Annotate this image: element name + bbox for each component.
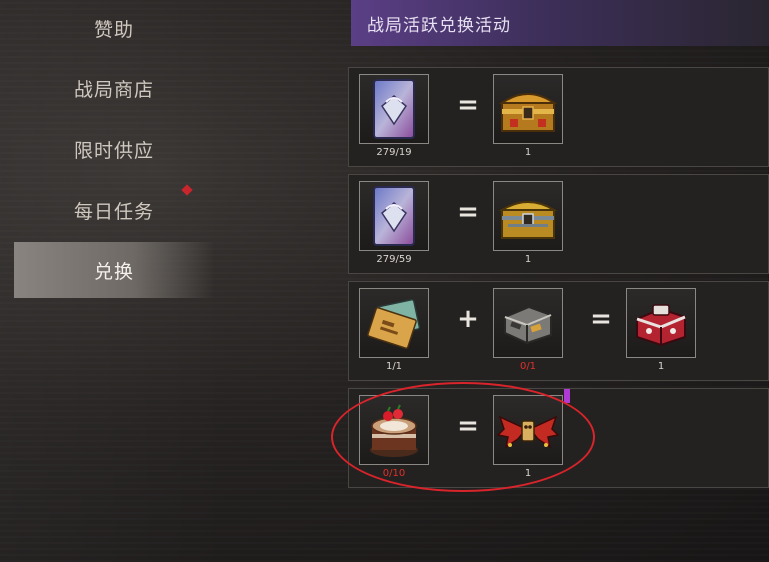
equals-sign: =: [457, 90, 479, 120]
equals-sign: =: [457, 197, 479, 227]
item-count: 1: [524, 254, 532, 265]
sidebar-item-match-shop[interactable]: 战局商店: [14, 60, 214, 116]
item-count: 1: [524, 147, 532, 158]
item-count: 1/1: [385, 361, 403, 372]
sidebar-item-label: 限时供应: [73, 139, 154, 162]
exchange-row: 1/1 + 0/1 = 1: [348, 281, 769, 381]
sidebar-item-label: 战局商店: [73, 78, 154, 101]
sidebar-item-label: 兑换: [93, 260, 134, 283]
sidebar-item-exchange[interactable]: 兑换: [14, 242, 214, 298]
item-count: 279/19: [376, 147, 412, 158]
page-title-bar: 战局活跃兑换活动: [351, 0, 769, 46]
treasure-chest-icon: [498, 93, 558, 132]
plus-sign: +: [457, 304, 479, 334]
sidebar-item-label: 赞助: [93, 18, 134, 41]
sidebar-item-label: 每日任务: [73, 200, 154, 223]
sidebar-item-sponsor[interactable]: 赞助: [14, 0, 214, 56]
sidebar-item-limited-supply[interactable]: 限时供应: [14, 121, 214, 177]
exchange-row: 279/19 = 1: [348, 67, 769, 167]
equals-sign: =: [590, 304, 612, 334]
treasure-chest-icon: [498, 201, 558, 239]
card-icon: [373, 186, 415, 246]
output-slot[interactable]: 1: [493, 181, 565, 271]
output-slot[interactable]: 1: [626, 288, 698, 378]
sidebar: 赞助 战局商店 限时供应 每日任务 兑换: [0, 0, 220, 562]
envelope-icon: [367, 298, 421, 349]
input-slot[interactable]: 279/19: [359, 74, 431, 164]
item-count: 0/1: [519, 361, 537, 372]
metal-case-icon: [504, 305, 552, 345]
page-title: 战局活跃兑换活动: [367, 15, 511, 36]
item-count: 279/59: [376, 254, 412, 265]
rarity-tag: [564, 389, 570, 403]
input-slot[interactable]: 279/59: [359, 181, 431, 271]
card-icon: [373, 79, 415, 139]
highlight-circle: [331, 382, 595, 492]
input-slot[interactable]: 1/1: [359, 288, 431, 378]
exchange-row: 279/59 = 1: [348, 174, 769, 274]
item-count: 1: [657, 361, 665, 372]
output-slot[interactable]: 1: [493, 74, 565, 164]
red-chest-icon: [636, 304, 686, 347]
input-slot[interactable]: 0/1: [493, 288, 565, 378]
